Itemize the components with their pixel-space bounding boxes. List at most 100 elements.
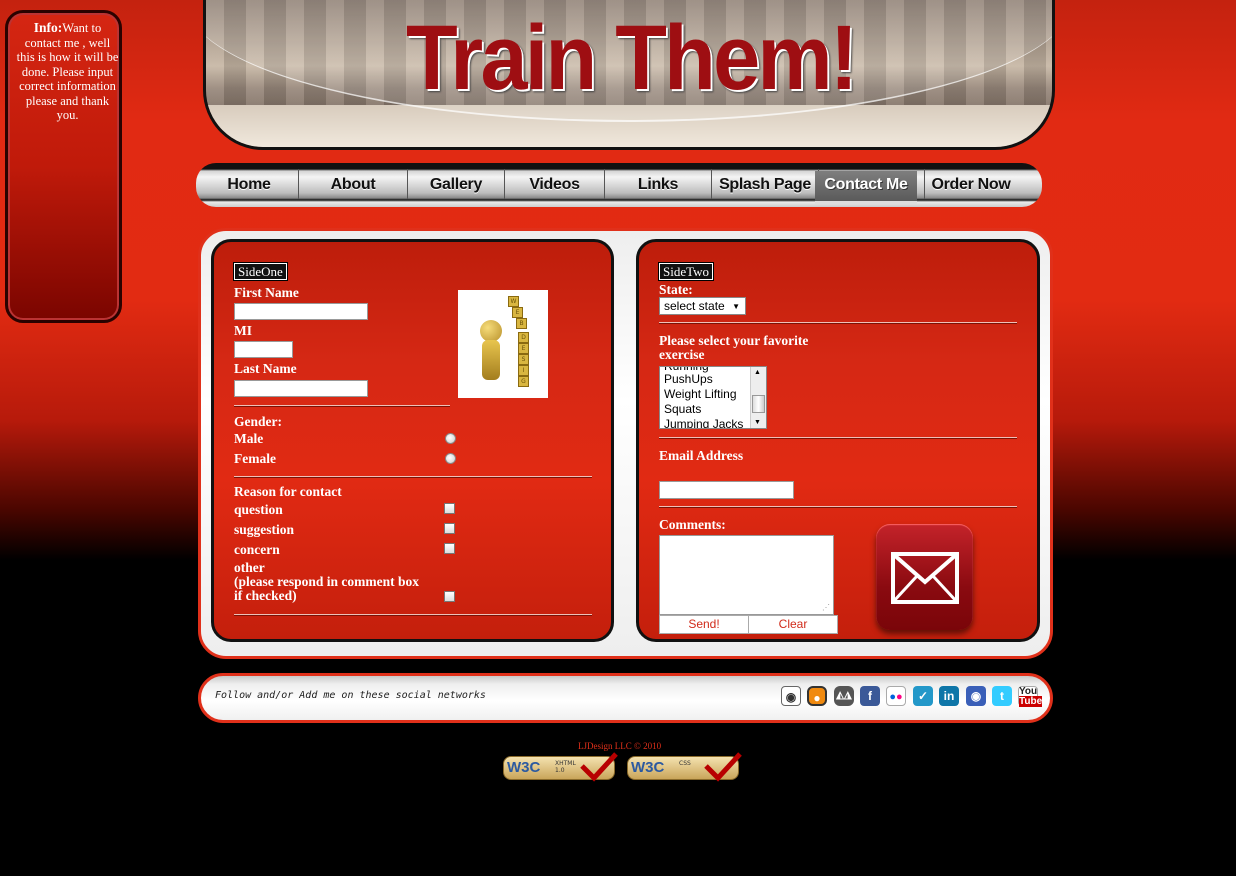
info-text: Info:Want to contact me , well this is h…: [16, 20, 119, 123]
skype-icon[interactable]: ◉: [781, 686, 801, 706]
envelope-graphic: [891, 552, 959, 604]
exercise-option[interactable]: Jumping Jacks: [664, 417, 743, 428]
letter-block: G: [518, 376, 529, 387]
info-panel: Info:Want to contact me , well this is h…: [5, 10, 122, 323]
web-design-image: W E B D E S I G: [458, 290, 548, 398]
divider: [234, 476, 592, 478]
w3c-xhtml-badge[interactable]: W3C XHTML 1.0: [503, 752, 618, 785]
delicious-icon[interactable]: ◭◮: [834, 686, 854, 706]
female-radio[interactable]: [445, 453, 456, 464]
concern-checkbox[interactable]: [444, 543, 455, 554]
linkedin-icon[interactable]: in: [939, 686, 959, 706]
email-input[interactable]: [659, 481, 794, 499]
w3c-logo: W3C: [507, 759, 541, 776]
checkmark-icon: [580, 752, 618, 782]
mi-input[interactable]: [234, 341, 293, 358]
email-label: Email Address: [659, 448, 744, 463]
other-label: other (please respond in comment box if …: [234, 561, 419, 603]
flickr-icon[interactable]: ●●: [886, 686, 906, 706]
other-note-2: if checked): [234, 588, 297, 603]
first-name-input[interactable]: [234, 303, 368, 320]
comments-label: Comments:: [659, 517, 726, 532]
nav-home[interactable]: Home: [200, 171, 298, 201]
exercise-label: Please select your favorite exercise: [659, 334, 808, 362]
female-label: Female: [234, 451, 276, 466]
side-two-legend: SideTwo: [657, 262, 715, 281]
divider: [659, 506, 1017, 508]
social-follow-text: Follow and/or Add me on these social net…: [215, 690, 486, 701]
main-nav: Home About Gallery Videos Links Splash P…: [196, 163, 1042, 207]
send-button[interactable]: Send!: [659, 615, 749, 634]
nav-splash-page[interactable]: Splash Page: [712, 171, 818, 201]
info-body: Want to contact me , well this is how it…: [16, 21, 119, 122]
mi-label: MI: [234, 323, 252, 338]
resize-grip-icon[interactable]: ⋰: [822, 603, 830, 612]
badge-type: CSS: [679, 760, 691, 767]
chevron-down-icon: ▼: [732, 302, 740, 311]
last-name-input[interactable]: [234, 380, 368, 397]
myspace-icon[interactable]: ◉: [966, 686, 986, 706]
divider: [234, 405, 450, 407]
nav-order-now[interactable]: Order Now: [925, 171, 1017, 201]
exercise-option[interactable]: Weight Lifting: [664, 387, 737, 402]
letter-block: E: [512, 307, 523, 318]
foursquare-icon[interactable]: ✓: [913, 686, 933, 706]
first-name-label: First Name: [234, 285, 299, 300]
letter-block: W: [508, 296, 519, 307]
w3c-css-badge[interactable]: W3C CSS: [627, 752, 742, 785]
nav-gallery[interactable]: Gallery: [408, 171, 504, 201]
twitter-icon[interactable]: t: [992, 686, 1012, 706]
state-select-value: select state: [664, 299, 725, 313]
male-label: Male: [234, 431, 264, 446]
letter-block: B: [516, 318, 527, 329]
nav-videos[interactable]: Videos: [505, 171, 604, 201]
gender-label: Gender:: [234, 414, 282, 429]
copyright: LJDesign LLC © 2010: [578, 741, 662, 751]
state-label: State:: [659, 282, 693, 297]
letter-block: D: [518, 332, 529, 343]
state-select[interactable]: select state ▼: [659, 297, 746, 315]
w3c-logo: W3C: [631, 759, 665, 776]
other-note-1: (please respond in comment box: [234, 574, 420, 589]
badge-text: CSS: [679, 760, 691, 767]
last-name-label: Last Name: [234, 361, 297, 376]
other-checkbox[interactable]: [444, 591, 455, 602]
exercise-option[interactable]: PushUps: [664, 372, 713, 387]
question-label: question: [234, 502, 283, 517]
divider: [659, 437, 1017, 439]
divider: [234, 614, 592, 616]
male-radio[interactable]: [445, 433, 456, 444]
exercise-label-line1: Please select your favorite: [659, 333, 809, 348]
youtube-icon[interactable]: You Tube: [1018, 686, 1043, 707]
info-title: Info:: [33, 20, 63, 35]
scrollbar-thumb[interactable]: [752, 395, 765, 413]
checkmark-icon: [704, 752, 742, 782]
badge-text: XHTML 1.0: [555, 760, 576, 774]
lastfm-icon[interactable]: ●: [807, 686, 827, 706]
exercise-option[interactable]: Squats: [664, 402, 701, 417]
suggestion-label: suggestion: [234, 522, 295, 537]
facebook-icon[interactable]: f: [860, 686, 880, 706]
question-checkbox[interactable]: [444, 503, 455, 514]
exercise-listbox[interactable]: Running PushUps Weight Lifting Squats Ju…: [659, 366, 767, 429]
side-one-legend: SideOne: [233, 262, 288, 281]
mail-icon: [876, 524, 973, 630]
letter-block: I: [518, 365, 529, 376]
nav-contact-me[interactable]: Contact Me: [815, 171, 917, 204]
suggestion-checkbox[interactable]: [444, 523, 455, 534]
reason-label: Reason for contact: [234, 484, 342, 499]
divider: [659, 322, 1017, 324]
listbox-scrollbar[interactable]: ▲ ▼: [750, 367, 766, 428]
comments-textarea[interactable]: ⋰: [659, 535, 834, 615]
scroll-down-icon[interactable]: ▼: [754, 419, 761, 426]
nav-links[interactable]: Links: [605, 171, 711, 201]
clear-button[interactable]: Clear: [748, 615, 838, 634]
other-text: other: [234, 560, 265, 575]
figure-head: [480, 320, 502, 342]
badge-type: XHTML: [555, 760, 576, 767]
concern-label: concern: [234, 542, 280, 557]
scroll-up-icon[interactable]: ▲: [754, 369, 761, 376]
figure-body: [482, 340, 500, 380]
header-banner: Train Them!: [203, 0, 1055, 150]
nav-about[interactable]: About: [299, 171, 407, 201]
